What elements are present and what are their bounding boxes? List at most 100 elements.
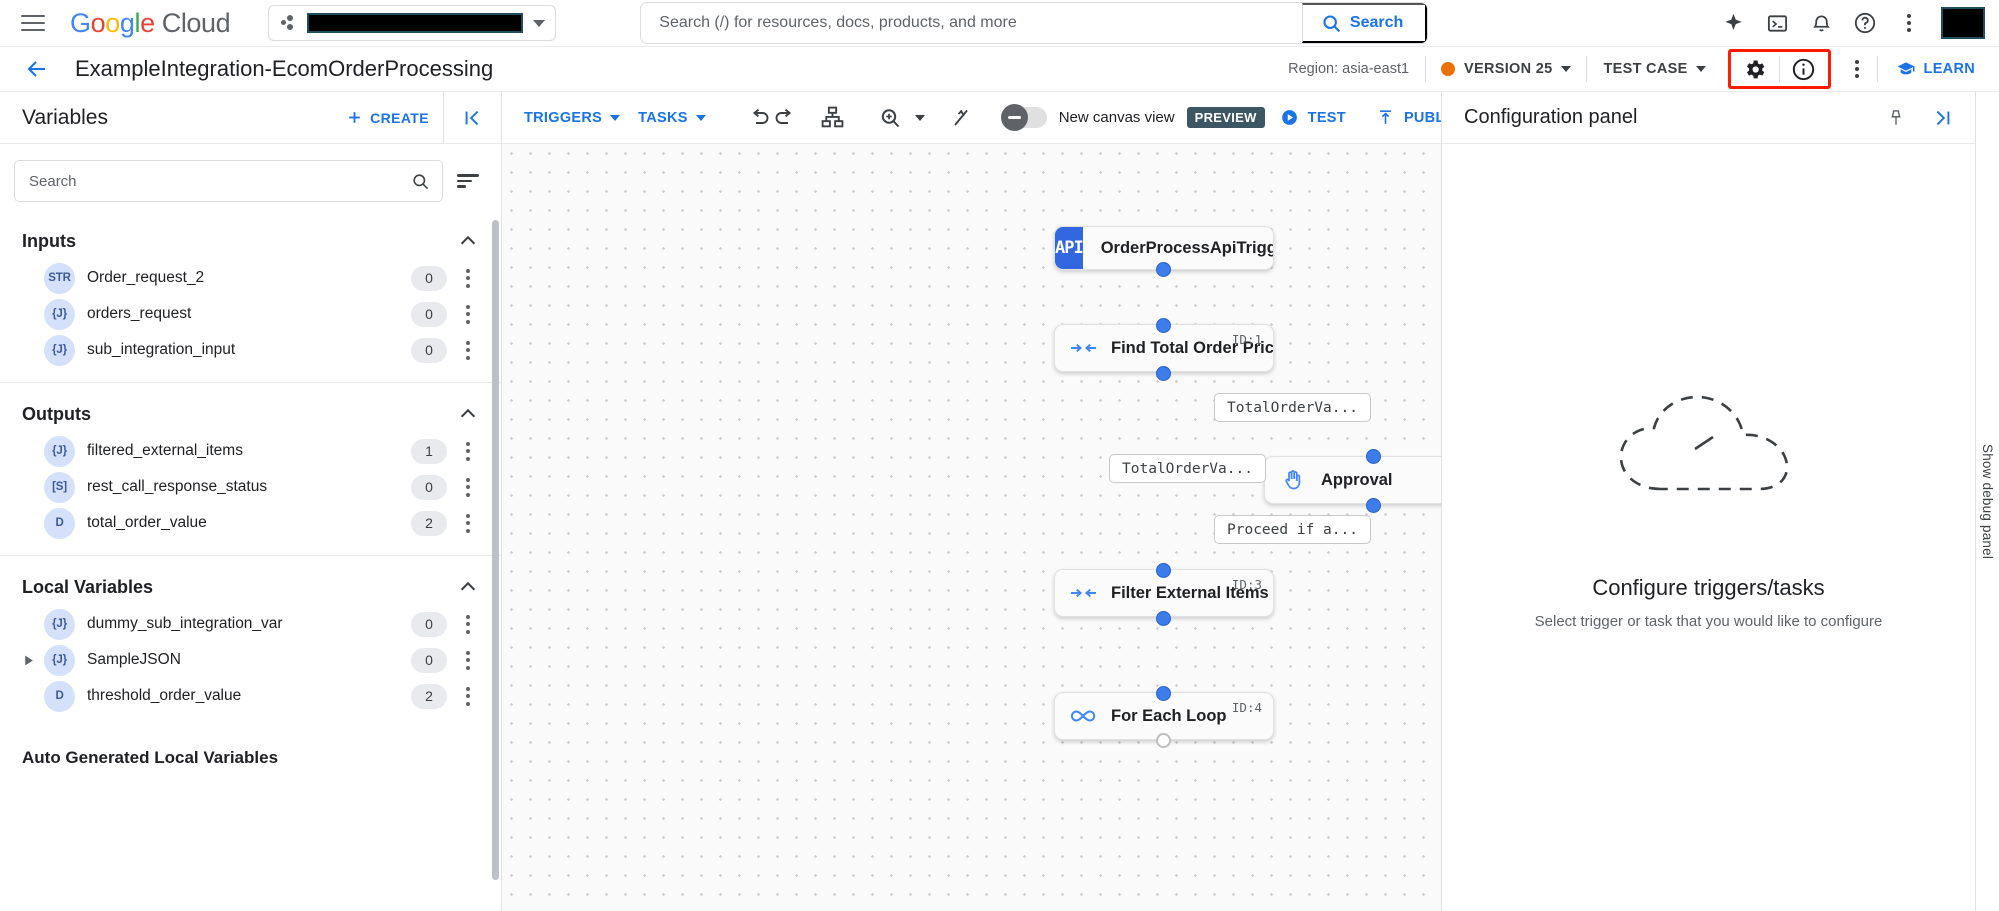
- sort-filter-icon[interactable]: [457, 174, 483, 188]
- header-more-options-icon[interactable]: [1889, 3, 1929, 43]
- edge-label[interactable]: TotalOrderVa...: [1214, 393, 1371, 422]
- zoom-icon: [878, 106, 902, 130]
- node-port[interactable]: [1366, 498, 1381, 513]
- variable-name: filtered_external_items: [87, 442, 243, 460]
- row-more-options-icon[interactable]: [453, 341, 483, 360]
- gemini-sparkle-icon[interactable]: [1713, 3, 1753, 43]
- notifications-bell-icon[interactable]: [1801, 3, 1841, 43]
- variable-row[interactable]: {J} sub_integration_input 0: [0, 332, 501, 368]
- node-port[interactable]: [1156, 366, 1171, 381]
- info-button[interactable]: [1780, 52, 1828, 86]
- variable-group-inputs: Inputs STR Order_request_2 0 {J} orders_…: [0, 216, 501, 389]
- row-more-options-icon[interactable]: [453, 514, 483, 533]
- variables-search-input[interactable]: [29, 173, 411, 190]
- variable-row[interactable]: D threshold_order_value 2: [0, 678, 501, 714]
- variable-row[interactable]: {J} filtered_external_items 1: [0, 433, 501, 469]
- row-more-options-icon[interactable]: [453, 615, 483, 634]
- test-button[interactable]: TEST: [1265, 108, 1361, 127]
- collapse-sidebar-button[interactable]: [443, 92, 501, 143]
- group-header-inputs[interactable]: Inputs: [0, 216, 501, 260]
- undo-button[interactable]: [748, 98, 772, 138]
- row-more-options-icon[interactable]: [453, 687, 483, 706]
- variable-row[interactable]: STR Order_request_2 0: [0, 260, 501, 296]
- learn-button[interactable]: LEARN: [1878, 59, 1985, 79]
- row-more-options-icon[interactable]: [453, 442, 483, 461]
- node-port[interactable]: [1156, 686, 1171, 701]
- tasks-menu[interactable]: TASKS: [638, 110, 724, 126]
- magic-wand-button[interactable]: [949, 98, 973, 138]
- edge-label[interactable]: Proceed if a...: [1214, 515, 1371, 544]
- chevron-up-icon: [457, 403, 479, 425]
- variable-row[interactable]: {J} dummy_sub_integration_var 0: [0, 606, 501, 642]
- node-port[interactable]: [1156, 318, 1171, 333]
- expand-triangle-icon[interactable]: [22, 654, 44, 667]
- pin-panel-button[interactable]: [1881, 103, 1911, 133]
- variables-title: Variables: [22, 106, 108, 130]
- variables-search[interactable]: [14, 160, 443, 202]
- main-menu-icon[interactable]: [18, 8, 48, 38]
- variable-count: 2: [411, 684, 447, 709]
- variable-count: 2: [411, 511, 447, 536]
- type-badge: {J}: [44, 299, 75, 330]
- type-badge: [S]: [44, 472, 75, 503]
- search-button-label: Search: [1350, 14, 1403, 32]
- search-input[interactable]: [641, 14, 1302, 32]
- zoom-control[interactable]: [869, 98, 925, 138]
- collapse-right-icon: [1931, 107, 1953, 129]
- search-button[interactable]: Search: [1302, 3, 1427, 43]
- version-selector[interactable]: VERSION 25: [1426, 61, 1586, 77]
- variable-row[interactable]: {J} orders_request 0: [0, 296, 501, 332]
- zoom-button[interactable]: [869, 98, 911, 138]
- node-port[interactable]: [1156, 262, 1171, 277]
- triggers-menu[interactable]: TRIGGERS: [524, 110, 638, 126]
- redo-button[interactable]: [772, 98, 796, 138]
- configuration-panel-empty-state: Configure triggers/tasks Select trigger …: [1442, 144, 1975, 911]
- sidebar-scrollbar[interactable]: [492, 220, 499, 880]
- row-more-options-icon[interactable]: [453, 651, 483, 670]
- node-port[interactable]: [1156, 563, 1171, 578]
- node-port[interactable]: [1366, 449, 1381, 464]
- google-cloud-logo[interactable]: GoogleCloud: [70, 8, 230, 39]
- auto-generated-variables-header[interactable]: Auto Generated Local Variables: [0, 720, 501, 772]
- avatar[interactable]: [1941, 7, 1985, 39]
- node-approval[interactable]: Approval ID:2: [1264, 456, 1441, 504]
- variable-row[interactable]: [S] rest_call_response_status 0: [0, 469, 501, 505]
- variables-header: Variables CREATE: [0, 92, 501, 144]
- chevron-down-icon: [610, 115, 620, 121]
- cloud-shell-icon[interactable]: [1757, 3, 1797, 43]
- node-port-open[interactable]: [1156, 733, 1171, 748]
- global-search[interactable]: Search: [640, 2, 1428, 44]
- variable-row[interactable]: D total_order_value 2: [0, 505, 501, 541]
- row-more-options-icon[interactable]: [453, 478, 483, 497]
- variables-list: Inputs STR Order_request_2 0 {J} orders_…: [0, 216, 501, 911]
- node-label: For Each Loop: [1111, 707, 1227, 726]
- help-icon[interactable]: [1845, 3, 1885, 43]
- variables-search-row: [0, 144, 501, 216]
- canvas-edges: [502, 144, 802, 294]
- auto-layout-button[interactable]: [820, 98, 845, 138]
- variable-row[interactable]: {J} SampleJSON 0: [0, 642, 501, 678]
- collapse-panel-button[interactable]: [1927, 103, 1957, 133]
- show-debug-panel-rail[interactable]: Show debug panel: [1975, 92, 1999, 911]
- back-button[interactable]: [20, 52, 54, 86]
- row-more-options-icon[interactable]: [453, 305, 483, 324]
- settings-button[interactable]: [1731, 52, 1779, 86]
- publish-icon: [1376, 108, 1395, 127]
- variable-name: rest_call_response_status: [87, 478, 267, 496]
- new-canvas-view-toggle[interactable]: [1001, 107, 1047, 128]
- test-case-selector[interactable]: TEST CASE: [1587, 61, 1721, 77]
- new-canvas-view-toggle-group[interactable]: New canvas view PREVIEW: [1001, 107, 1265, 128]
- logo-cloud-text: Cloud: [162, 8, 231, 38]
- chevron-up-icon: [457, 230, 479, 252]
- page-title: ExampleIntegration-EcomOrderProcessing: [75, 56, 493, 82]
- integration-canvas[interactable]: API OrderProcessApiTrigger Find Total Or…: [502, 144, 1441, 911]
- row-more-options-icon[interactable]: [453, 269, 483, 288]
- node-port[interactable]: [1156, 611, 1171, 626]
- project-selector[interactable]: [268, 5, 556, 41]
- group-header-outputs[interactable]: Outputs: [0, 389, 501, 433]
- edge-label[interactable]: TotalOrderVa...: [1109, 454, 1266, 483]
- subheader-more-options[interactable]: [1837, 49, 1877, 89]
- create-variable-button[interactable]: CREATE: [332, 109, 443, 126]
- header-icon-group: [1713, 3, 1985, 43]
- group-header-local-variables[interactable]: Local Variables: [0, 562, 501, 606]
